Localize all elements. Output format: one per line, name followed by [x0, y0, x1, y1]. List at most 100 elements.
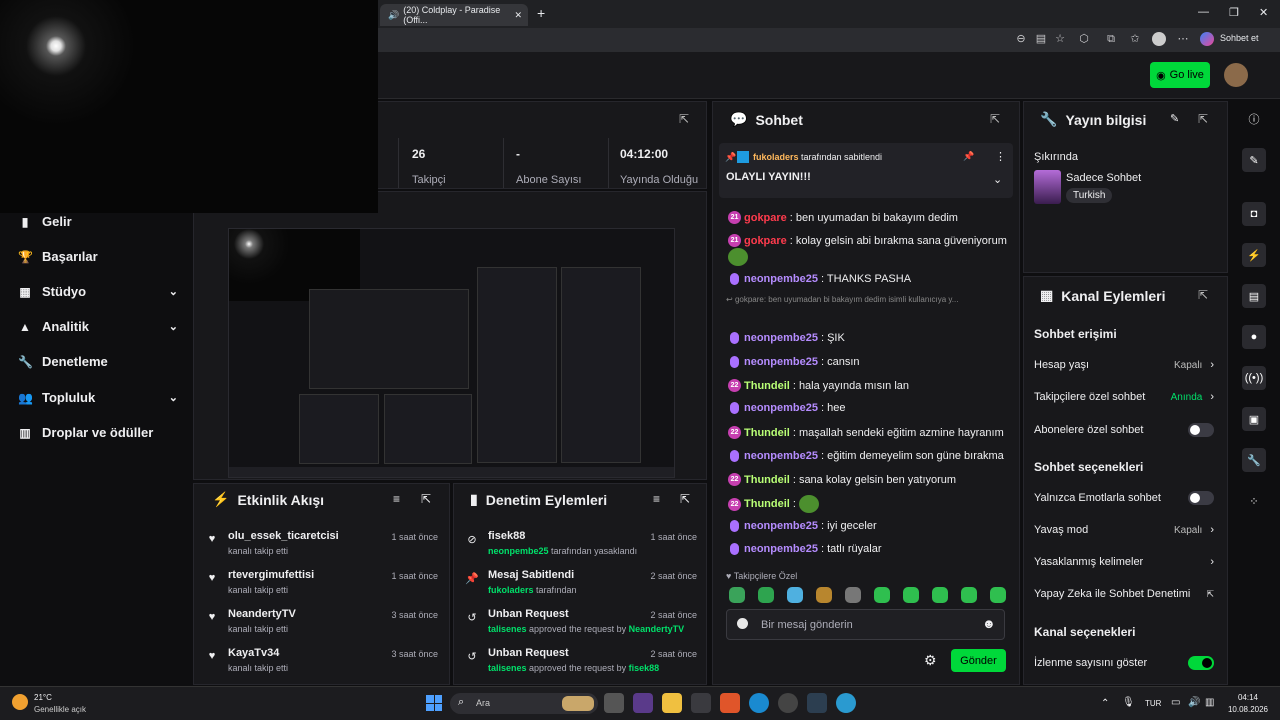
globe-app-icon[interactable]: [836, 693, 856, 713]
battery-icon[interactable]: ▥: [1205, 697, 1214, 708]
chat-username[interactable]: Thundeil: [744, 474, 790, 486]
emote-icon[interactable]: [990, 587, 1006, 603]
minimize-icon[interactable]: —: [1198, 6, 1209, 18]
window-close-icon[interactable]: ✕: [1259, 6, 1268, 19]
chevron-down-icon[interactable]: ⌄: [993, 173, 1002, 186]
broadcast-icon[interactable]: ((•)): [1242, 366, 1266, 390]
bolt-icon[interactable]: ⚡: [1242, 243, 1266, 267]
chat-message[interactable]: neonpembe25: iyi geceler: [728, 520, 877, 532]
chat-username[interactable]: neonpembe25: [744, 450, 818, 462]
slow-mode-row[interactable]: Yavaş mod Kapalı ›: [1034, 524, 1214, 536]
maximize-icon[interactable]: ❐: [1229, 6, 1239, 19]
extension-icon[interactable]: ⬡: [1077, 32, 1091, 46]
zoom-icon[interactable]: ⊖: [1014, 32, 1028, 46]
chat-input[interactable]: Bir mesaj gönderin ☻: [726, 609, 1005, 640]
more-icon[interactable]: ⋮: [995, 150, 1006, 163]
chat-message[interactable]: neonpembe25: hee: [728, 402, 845, 414]
show-views-toggle[interactable]: [1188, 656, 1214, 670]
new-tab-icon[interactable]: +: [537, 5, 545, 21]
chat-username[interactable]: Thundeil: [744, 498, 790, 510]
chat-message[interactable]: neonpembe25: cansın: [728, 356, 860, 368]
followers-chat-row[interactable]: Takipçilere özel sohbet Anında ›: [1034, 391, 1214, 403]
emote-icon[interactable]: [874, 587, 890, 603]
popout-icon[interactable]: ⇱: [1198, 112, 1208, 126]
go-live-button[interactable]: ◉ Go live: [1150, 62, 1210, 88]
chat-message[interactable]: neonpembe25: ŞIK: [728, 332, 845, 344]
chat-username[interactable]: Thundeil: [744, 427, 790, 439]
chat-message[interactable]: 22 Thundeil: hala yayında mısın lan: [728, 379, 909, 392]
subscribers-toggle[interactable]: [1188, 423, 1214, 437]
activity-icon[interactable]: ▣: [1242, 407, 1266, 431]
task-view-icon[interactable]: [604, 693, 624, 713]
emote-icon[interactable]: [903, 587, 919, 603]
chat-username[interactable]: neonpembe25: [744, 356, 818, 368]
apps-icon[interactable]: ⁘: [1242, 489, 1266, 513]
sohbet-et-label[interactable]: Sohbet et: [1220, 33, 1259, 43]
speaker-icon[interactable]: 🔊: [388, 10, 399, 21]
clock-time[interactable]: 04:14: [1230, 693, 1258, 702]
capture-app-icon[interactable]: [807, 693, 827, 713]
reader-icon[interactable]: ▤: [1034, 32, 1048, 46]
chat-username[interactable]: neonpembe25: [744, 273, 818, 285]
settings-icon[interactable]: ⚙: [924, 652, 937, 669]
chat-username[interactable]: neonpembe25: [744, 520, 818, 532]
mic-icon[interactable]: 🎙: [1122, 697, 1135, 708]
chat-username[interactable]: neonpembe25: [744, 332, 818, 344]
browser-tab[interactable]: 🔊 (20) Coldplay - Paradise (Offi... ✕: [380, 4, 528, 26]
chat-message[interactable]: 22 Thundeil: maşallah sendeki eğitim azmi…: [728, 426, 1004, 439]
favorite-icon[interactable]: ☆: [1053, 32, 1067, 46]
file-explorer-icon[interactable]: [662, 693, 682, 713]
chat-username[interactable]: gokpare: [744, 235, 787, 247]
popout-icon[interactable]: ⇱: [990, 112, 1000, 126]
emote-icon[interactable]: [845, 587, 861, 603]
avatar[interactable]: [1224, 63, 1248, 87]
chat-username[interactable]: Thundeil: [744, 380, 790, 392]
copilot-icon[interactable]: [1200, 32, 1214, 46]
emote-icon[interactable]: [729, 587, 745, 603]
filter-icon[interactable]: ≡: [653, 492, 660, 506]
more-icon[interactable]: ⋯: [1176, 32, 1190, 46]
popout-icon[interactable]: ⇱: [680, 492, 690, 506]
account-age-row[interactable]: Hesap yaşı Kapalı ›: [1034, 359, 1214, 371]
split-icon[interactable]: ⧉: [1104, 32, 1118, 46]
chat-message[interactable]: 22 Thundeil:: [728, 495, 819, 513]
emote-only-toggle[interactable]: [1188, 491, 1214, 505]
wrench-icon[interactable]: 🔧: [1242, 448, 1266, 472]
profile-icon[interactable]: [1152, 32, 1166, 46]
emoji-icon[interactable]: ☻: [982, 616, 996, 631]
filter-icon[interactable]: ≡: [393, 492, 400, 506]
unpin-icon[interactable]: 📌: [963, 151, 974, 162]
pinned-message[interactable]: 📌 fukoladers tarafından sabitlendi 📌 ⋮ O…: [719, 143, 1013, 198]
chat-message[interactable]: 21 gokpare: kolay gelsin abi bırakma sana…: [728, 234, 1007, 247]
send-button[interactable]: Gönder: [951, 649, 1006, 672]
chat-message[interactable]: 21 gokpare: ben uyumadan bi bakayım dedim: [728, 211, 958, 224]
popout-icon[interactable]: ⇱: [679, 112, 689, 126]
edit-icon[interactable]: ✎: [1170, 112, 1179, 125]
stream-preview[interactable]: [228, 228, 675, 478]
network-icon[interactable]: ▭: [1171, 697, 1180, 708]
capture-icon[interactable]: ◘: [1242, 202, 1266, 226]
popout-icon[interactable]: ⇱: [1198, 288, 1208, 302]
chat-username[interactable]: neonpembe25: [744, 402, 818, 414]
emote-icon[interactable]: [961, 587, 977, 603]
obs-icon[interactable]: [778, 693, 798, 713]
language-indicator[interactable]: TUR: [1145, 699, 1161, 708]
emote-icon[interactable]: [932, 587, 948, 603]
windows-start-icon[interactable]: [426, 695, 442, 711]
chevron-up-icon[interactable]: ⌃: [1101, 698, 1109, 709]
chat-message[interactable]: neonpembe25: THANKS PASHA: [728, 273, 911, 285]
chat-username[interactable]: gokpare: [744, 212, 787, 224]
banned-words-row[interactable]: Yasaklanmış kelimeler ›: [1034, 556, 1214, 568]
popout-icon[interactable]: ⇱: [421, 492, 431, 506]
chat-username[interactable]: neonpembe25: [744, 543, 818, 555]
emote-icon[interactable]: [787, 587, 803, 603]
volume-icon[interactable]: 🔊: [1188, 697, 1200, 708]
edge-icon[interactable]: [749, 693, 769, 713]
taskbar-search[interactable]: ⌕ Ara: [450, 693, 598, 714]
ai-moderation-row[interactable]: Yapay Zeka ile Sohbet Denetimi ⇱: [1034, 588, 1214, 600]
weather-temp[interactable]: 21°C: [34, 693, 52, 702]
favorites-icon[interactable]: ✩: [1128, 32, 1142, 46]
chat-message[interactable]: neonpembe25: eğitim demeyelim son güne b…: [728, 450, 1004, 462]
document-icon[interactable]: ▤: [1242, 284, 1266, 308]
emote-icon[interactable]: [816, 587, 832, 603]
